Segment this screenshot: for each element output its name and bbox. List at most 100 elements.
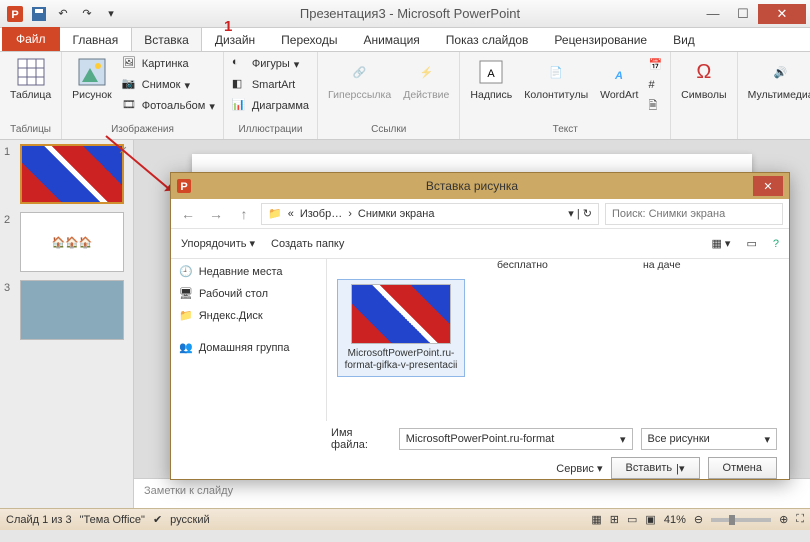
save-icon[interactable] [28,3,50,25]
new-folder-button[interactable]: Создать папку [271,238,344,250]
shapes-button[interactable]: ◐Фигуры ▾ [230,54,311,74]
places-pane[interactable]: 🕘Недавние места 🖥Рабочий стол 📁Яндекс.Ди… [171,259,327,421]
app-icon[interactable]: P [4,3,26,25]
group-tables-label: Таблицы [6,122,55,137]
group-media: 🔊Мультимедиа [738,52,810,139]
tab-transitions[interactable]: Переходы [268,27,350,51]
svg-text:P: P [11,9,18,21]
notes-pane[interactable]: Заметки к слайду [134,478,810,508]
view-sorter-icon[interactable]: ⊞ [610,513,619,526]
dialog-icon: P [177,179,191,193]
svg-text:P: P [180,181,187,193]
file-item-1[interactable]: MicrosoftPowerPoint.ru-format-gifka-v-pr… [337,279,465,377]
qat-dropdown-icon[interactable]: ▾ [100,3,122,25]
place-recent[interactable]: 🕘Недавние места [177,263,320,280]
symbols-icon: Ω [688,56,720,88]
textbox-button[interactable]: AНадпись [466,54,516,103]
filename-field[interactable]: MicrosoftPowerPoint.ru-format▾ [399,428,633,450]
view-slideshow-icon[interactable]: ▣ [645,513,655,526]
nav-up-icon[interactable]: ↑ [233,203,255,225]
album-button[interactable]: 🎞Фотоальбом ▾ [120,96,217,116]
slide-thumb-1[interactable]: 1 [4,144,129,204]
yadisk-icon: 📁 [179,309,193,322]
tab-file[interactable]: Файл [2,27,60,51]
tab-animations[interactable]: Анимация [350,27,432,51]
tools-button[interactable]: Сервис ▾ [556,462,602,475]
screenshot-icon: 📷 [122,77,138,93]
hyperlink-button[interactable]: 🔗 Гиперссылка [324,54,395,103]
view-normal-icon[interactable]: ▦ [591,513,601,526]
table-button[interactable]: Таблица [6,54,55,103]
zoom-in-icon[interactable]: ⊕ [779,513,788,526]
help-icon[interactable]: ? [773,238,779,250]
text-extra-3[interactable]: 🗎 [646,96,664,116]
tab-home[interactable]: Главная [60,27,132,51]
annotation-1: 1 [224,18,232,35]
tab-slideshow[interactable]: Показ слайдов [433,27,542,51]
spellcheck-icon[interactable]: ✔ [153,513,162,526]
action-label: Действие [403,90,449,101]
view-options-icon[interactable]: ▦ ▾ [711,237,730,250]
view-reading-icon[interactable]: ▭ [627,513,637,526]
zoom-out-icon[interactable]: ⊖ [694,513,703,526]
chart-icon: 📊 [232,98,248,114]
clipart-button[interactable]: 🖼Картинка [120,54,217,74]
dialog-nav: ← → ↑ 📁 «Изобр…› Снимки экрана ▾ | ↻ [171,199,789,229]
slide-thumb-2[interactable]: 2🏠🏠🏠 [4,212,129,272]
nav-fwd-icon[interactable]: → [205,203,227,225]
screenshot-button[interactable]: 📷Снимок ▾ [120,75,217,95]
picture-button[interactable]: Рисунок [68,54,116,103]
place-yadisk[interactable]: 📁Яндекс.Диск [177,307,320,324]
headerfooter-button[interactable]: 📄Колонтитулы [520,54,592,103]
fit-icon[interactable]: ⛶ [796,513,804,526]
thumb-img-3 [20,280,124,340]
close-button[interactable]: ✕ [758,4,806,24]
symbols-button[interactable]: ΩСимволы [677,54,730,103]
dialog-close-button[interactable]: ✕ [753,176,783,196]
thumb-img-1 [20,144,124,204]
organize-button[interactable]: Упорядочить ▾ [181,237,255,250]
filetype-field[interactable]: Все рисунки▾ [641,428,778,450]
slide-thumb-3[interactable]: 3 [4,280,129,340]
files-pane[interactable]: бесплатно на даче MicrosoftPowerPoint.ru… [327,259,789,421]
ribbon: Таблица Таблицы Рисунок 🖼Картинка 📷Снимо… [0,52,810,140]
thumbnail-pane[interactable]: ✕ 1 2🏠🏠🏠 3 [0,140,134,508]
cancel-button[interactable]: Отмена [708,457,777,479]
group-illustrations: ◐Фигуры ▾ ◧SmartArt 📊Диаграмма Иллюстрац… [224,52,318,139]
nav-back-icon[interactable]: ← [177,203,199,225]
file-name-label: MicrosoftPowerPoint.ru-format-gifka-v-pr… [342,348,460,372]
text-extra-2[interactable]: # [646,75,664,95]
tab-design[interactable]: Дизайн [202,27,268,51]
group-tables: Таблица Таблицы [0,52,62,139]
smartart-button[interactable]: ◧SmartArt [230,75,311,95]
preview-pane-icon[interactable]: ▭ [746,237,756,250]
maximize-button[interactable]: ☐ [728,4,758,24]
tab-review[interactable]: Рецензирование [541,27,660,51]
breadcrumb[interactable]: 📁 «Изобр…› Снимки экрана ▾ | ↻ [261,203,599,225]
chart-button[interactable]: 📊Диаграмма [230,96,311,116]
insert-button[interactable]: Вставить|▾ [611,457,700,479]
wordart-button[interactable]: AWordArt [596,54,642,103]
place-homegroup[interactable]: 👥Домашняя группа [177,339,320,356]
redo-icon[interactable]: ↷ [76,3,98,25]
undo-icon[interactable]: ↶ [52,3,74,25]
dialog-titlebar[interactable]: P Вставка рисунка ✕ [171,173,789,199]
tab-view[interactable]: Вид [660,27,708,51]
chevron-down-icon: ▾ [764,433,770,446]
place-desktop[interactable]: 🖥Рабочий стол [177,285,320,302]
media-button[interactable]: 🔊Мультимедиа [744,54,810,103]
table-label: Таблица [10,90,51,101]
zoom-slider[interactable] [711,518,771,522]
tab-insert[interactable]: Вставка [131,27,202,51]
minimize-button[interactable]: — [698,4,728,24]
group-links: 🔗 Гиперссылка ⚡ Действие Ссылки [318,52,460,139]
picture-icon [76,56,108,88]
shapes-icon: ◐ [232,56,248,72]
status-lang[interactable]: русский [170,514,209,526]
headerfooter-icon: 📄 [540,56,572,88]
text-extra-1[interactable]: 📅 [646,54,664,74]
action-button[interactable]: ⚡ Действие [399,54,453,103]
hyperlink-label: Гиперссылка [328,90,391,101]
media-icon: 🔊 [765,56,797,88]
search-input[interactable] [605,203,783,225]
